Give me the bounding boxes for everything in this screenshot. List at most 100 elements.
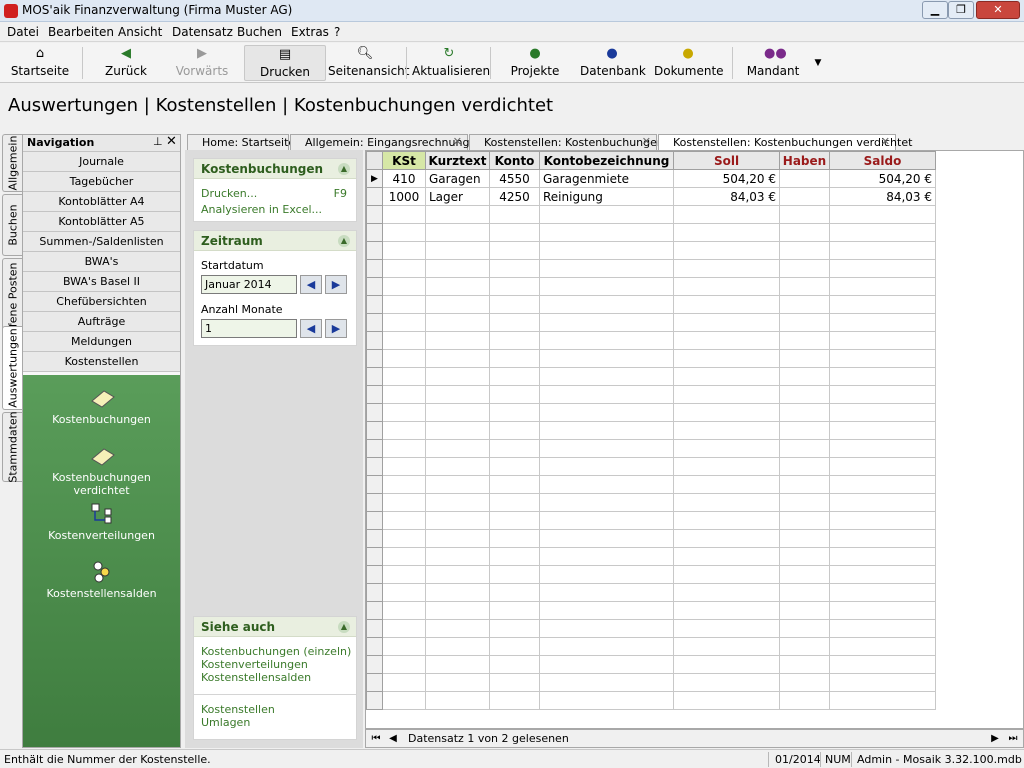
cell-haben[interactable] <box>779 295 830 314</box>
empty-row[interactable] <box>366 223 936 242</box>
last-record-icon[interactable]: ⏭ <box>1006 732 1020 746</box>
cell-soll[interactable]: 504,20 € <box>673 169 780 188</box>
cell-soll[interactable] <box>673 583 780 602</box>
cell-bez[interactable] <box>539 493 674 512</box>
cell-saldo[interactable] <box>829 673 936 692</box>
minimize-button[interactable]: ▁ <box>922 1 948 19</box>
cell-kst[interactable] <box>382 331 426 350</box>
cell-saldo[interactable] <box>829 331 936 350</box>
row-selector[interactable] <box>366 403 383 422</box>
close-tab-icon[interactable]: ✕ <box>881 135 890 148</box>
tab-kostenbuchungen[interactable]: Kostenstellen: Kostenbuchungen ✕ <box>469 134 664 151</box>
empty-row[interactable] <box>366 637 936 656</box>
cell-kst[interactable] <box>382 313 426 332</box>
cell-haben[interactable] <box>779 583 830 602</box>
empty-row[interactable] <box>366 349 936 368</box>
row-selector[interactable] <box>366 655 383 674</box>
cell-kst[interactable] <box>382 223 426 242</box>
row-selector[interactable] <box>366 259 383 278</box>
row-selector[interactable] <box>366 457 383 476</box>
back-button[interactable]: ◀ Zurück <box>100 45 152 81</box>
cell-kurztext[interactable] <box>425 421 490 440</box>
cell-bez[interactable] <box>539 547 674 566</box>
cell-kst[interactable] <box>382 277 426 296</box>
excel-link[interactable]: Analysieren in Excel... <box>201 203 349 216</box>
cell-bez[interactable] <box>539 403 674 422</box>
column-header-soll[interactable]: Soll <box>673 151 780 170</box>
link-kostenbuchungen-einzeln[interactable]: Kostenbuchungen (einzeln) <box>201 645 351 658</box>
cell-kst[interactable] <box>382 565 426 584</box>
cell-kurztext[interactable] <box>425 673 490 692</box>
empty-row[interactable] <box>366 565 936 584</box>
row-selector[interactable] <box>366 439 383 458</box>
tile-kostenverteilungen[interactable]: Kostenverteilungen <box>23 503 180 542</box>
cell-soll[interactable] <box>673 619 780 638</box>
task-header[interactable]: Zeitraum ▲ <box>194 231 356 251</box>
cell-kst[interactable]: 410 <box>382 169 426 188</box>
row-selector[interactable] <box>366 601 383 620</box>
cell-haben[interactable] <box>779 187 830 206</box>
cell-kurztext[interactable] <box>425 439 490 458</box>
cell-kst[interactable] <box>382 205 426 224</box>
row-selector[interactable] <box>366 547 383 566</box>
link-umlagen[interactable]: Umlagen <box>201 716 349 729</box>
prev-record-icon[interactable]: ◀ <box>386 732 400 746</box>
cell-haben[interactable] <box>779 439 830 458</box>
cell-kurztext[interactable] <box>425 529 490 548</box>
row-selector[interactable] <box>366 313 383 332</box>
cell-kurztext[interactable]: Lager <box>425 187 490 206</box>
close-button[interactable]: ✕ <box>976 1 1020 19</box>
cell-konto[interactable] <box>489 349 540 368</box>
cell-bez[interactable] <box>539 691 674 710</box>
table-row[interactable]: 1000 Lager 4250 Reinigung 84,03 €84,03 € <box>366 187 936 206</box>
first-record-icon[interactable]: ⏮ <box>369 732 383 746</box>
cell-bez[interactable] <box>539 205 674 224</box>
cell-soll[interactable] <box>673 457 780 476</box>
cell-haben[interactable] <box>779 277 830 296</box>
cell-haben[interactable] <box>779 169 830 188</box>
cell-kurztext[interactable] <box>425 259 490 278</box>
cell-kurztext[interactable] <box>425 241 490 260</box>
row-selector[interactable] <box>366 295 383 314</box>
cell-haben[interactable] <box>779 385 830 404</box>
cell-haben[interactable] <box>779 241 830 260</box>
row-selector[interactable] <box>366 619 383 638</box>
close-tab-icon[interactable]: ✕ <box>642 135 651 148</box>
empty-row[interactable] <box>366 403 936 422</box>
column-header-kontobezeichnung[interactable]: Kontobezeichnung <box>539 151 674 170</box>
cell-soll[interactable] <box>673 241 780 260</box>
cell-saldo[interactable]: 504,20 € <box>829 169 936 188</box>
tile-kostenbuchungen[interactable]: Kostenbuchungen <box>23 387 180 426</box>
empty-row[interactable] <box>366 619 936 638</box>
cell-kurztext[interactable] <box>425 277 490 296</box>
cell-bez[interactable] <box>539 457 674 476</box>
cell-haben[interactable] <box>779 349 830 368</box>
cell-haben[interactable] <box>779 313 830 332</box>
row-selector[interactable] <box>366 223 383 242</box>
menu-ansicht[interactable]: Ansicht <box>118 25 162 39</box>
cell-saldo[interactable] <box>829 439 936 458</box>
close-tab-icon[interactable]: ✕ <box>453 135 462 148</box>
empty-row[interactable] <box>366 655 936 674</box>
empty-row[interactable] <box>366 331 936 350</box>
cell-saldo[interactable] <box>829 313 936 332</box>
column-header-kurztext[interactable]: Kurztext <box>425 151 490 170</box>
empty-row[interactable] <box>366 583 936 602</box>
nav-item-bwa[interactable]: BWA's <box>23 252 180 272</box>
cell-konto[interactable] <box>489 205 540 224</box>
cell-bez[interactable] <box>539 313 674 332</box>
cell-kst[interactable] <box>382 691 426 710</box>
cell-haben[interactable] <box>779 493 830 512</box>
cell-kurztext[interactable] <box>425 457 490 476</box>
cell-bez[interactable] <box>539 529 674 548</box>
cell-bez[interactable] <box>539 565 674 584</box>
nav-item-kontoblaetter-a5[interactable]: Kontoblätter A5 <box>23 212 180 232</box>
cell-bez[interactable] <box>539 295 674 314</box>
nav-item-bwa-basel[interactable]: BWA's Basel II <box>23 272 180 292</box>
empty-row[interactable] <box>366 691 936 710</box>
cell-saldo[interactable] <box>829 403 936 422</box>
row-selector[interactable] <box>366 493 383 512</box>
cell-bez[interactable] <box>539 367 674 386</box>
projects-button[interactable]: ● Projekte <box>505 45 565 81</box>
cell-konto[interactable] <box>489 241 540 260</box>
